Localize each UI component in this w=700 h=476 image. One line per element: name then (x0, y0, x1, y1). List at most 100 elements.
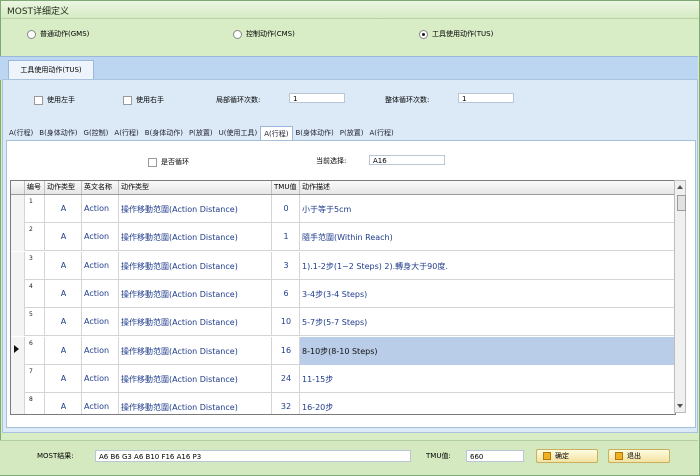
scroll-down-icon[interactable] (677, 404, 683, 408)
cell-type[interactable]: A (45, 195, 82, 223)
cell-tmu[interactable]: 6 (272, 279, 300, 308)
sub-tab-2[interactable]: B(身体动作) (36, 126, 80, 140)
tab-tus[interactable]: 工具使用动作(TUS) (8, 60, 94, 80)
cell-action[interactable]: 操作移動范圍(Action Distance) (119, 308, 272, 337)
row-indicator[interactable] (11, 336, 25, 365)
table-scrollbar[interactable] (674, 180, 686, 413)
cell-tmu[interactable]: 1 (272, 223, 300, 252)
cell-desc[interactable]: 8-10步(8-10 Steps) (300, 336, 675, 365)
cell-type[interactable]: A (45, 308, 82, 337)
cell-type[interactable]: A (45, 223, 82, 252)
sub-tab-7[interactable]: U(使用工具) (216, 126, 261, 140)
cell-name[interactable]: Action (82, 336, 119, 365)
cell-desc[interactable]: 1).1-2步(1~2 Steps) 2).轉身大于90度. (300, 252, 675, 280)
sub-tab-5[interactable]: B(身体动作) (142, 126, 186, 140)
right-hand-checkbox[interactable]: 使用右手 (123, 95, 164, 105)
radio-cms[interactable]: 控制动作(CMS) (233, 29, 295, 39)
tmu-value-input[interactable]: 660 (466, 450, 524, 462)
table-row[interactable]: 1 A Action 操作移動范圍(Action Distance) 0 小于等于5cm (11, 195, 675, 223)
sub-tab-3[interactable]: G(控制) (81, 126, 112, 140)
cell-desc[interactable]: 11-15步 (300, 365, 675, 393)
cell-tmu[interactable]: 24 (272, 364, 300, 393)
most-result-input[interactable]: A6 B6 G3 A6 B10 F16 A16 P3 (95, 450, 411, 462)
cell-desc[interactable]: 小于等于5cm (300, 195, 675, 223)
cell-action[interactable]: 操作移動范圍(Action Distance) (119, 195, 272, 223)
cell-name[interactable]: Action (82, 364, 119, 393)
header-action[interactable]: 动作类型 (119, 181, 272, 194)
cell-type[interactable]: A (45, 251, 82, 280)
sub-tab-10[interactable]: P(放置) (337, 126, 367, 140)
local-loop-input[interactable]: 1 (289, 93, 345, 103)
cell-action[interactable]: 操作移動范圍(Action Distance) (119, 251, 272, 280)
cell-no[interactable]: 1 (25, 195, 45, 223)
cell-no[interactable]: 5 (25, 308, 45, 337)
row-indicator[interactable] (11, 251, 25, 280)
scroll-up-icon[interactable] (677, 185, 683, 189)
cell-type[interactable]: A (45, 279, 82, 308)
cell-type[interactable]: A (45, 336, 82, 365)
cell-action[interactable]: 操作移動范圍(Action Distance) (119, 364, 272, 393)
cell-action[interactable]: 操作移動范圍(Action Distance) (119, 279, 272, 308)
header-type[interactable]: 动作类型 (45, 181, 82, 194)
row-indicator[interactable] (11, 308, 25, 337)
cell-tmu[interactable]: 10 (272, 308, 300, 337)
cell-tmu[interactable]: 0 (272, 195, 300, 223)
row-indicator[interactable] (11, 279, 25, 308)
header-name[interactable]: 英文名称 (82, 181, 119, 194)
row-indicator[interactable] (11, 393, 25, 414)
sub-tab-9[interactable]: B(身体动作) (293, 126, 337, 140)
cell-action[interactable]: 操作移動范圍(Action Distance) (119, 223, 272, 252)
cell-no[interactable]: 8 (25, 393, 45, 414)
header-tmu[interactable]: TMU值 (272, 181, 300, 194)
cell-name[interactable]: Action (82, 393, 119, 414)
cell-name[interactable]: Action (82, 308, 119, 337)
sub-tab-8[interactable]: A(行程) (260, 126, 293, 140)
cell-action[interactable]: 操作移動范圍(Action Distance) (119, 336, 272, 365)
global-loop-input[interactable]: 1 (458, 93, 514, 103)
ok-button[interactable]: 确定 (536, 449, 598, 463)
cell-action-text: 操作移動范圍(Action Distance) (121, 346, 238, 356)
table-row[interactable]: 8 A Action 操作移動范圍(Action Distance) 32 16-20步 (11, 393, 675, 414)
cell-tmu[interactable]: 3 (272, 251, 300, 280)
sub-tab-11[interactable]: A(行程) (366, 126, 396, 140)
cell-desc[interactable]: 16-20步 (300, 393, 675, 414)
cell-type[interactable]: A (45, 393, 82, 414)
sub-tab-1[interactable]: A(行程) (6, 126, 36, 140)
cell-action[interactable]: 操作移動范圍(Action Distance) (119, 393, 272, 414)
cell-type[interactable]: A (45, 364, 82, 393)
scroll-thumb[interactable] (677, 195, 686, 211)
table-row[interactable]: 6 A Action 操作移動范圍(Action Distance) 16 8-10步(8… (11, 336, 675, 365)
cell-no[interactable]: 7 (25, 364, 45, 393)
table-row[interactable]: 2 A Action 操作移動范圍(Action Distance) 1 隨手范圍(Wit… (11, 223, 675, 252)
exit-button[interactable]: 退出 (608, 449, 670, 463)
table-row[interactable]: 4 A Action 操作移動范圍(Action Distance) 6 3-4步(3-4… (11, 279, 675, 308)
cell-tmu[interactable]: 32 (272, 393, 300, 414)
cell-no[interactable]: 4 (25, 279, 45, 308)
left-hand-checkbox[interactable]: 使用左手 (34, 95, 75, 105)
header-no[interactable]: 编号 (25, 181, 45, 194)
row-indicator[interactable] (11, 364, 25, 393)
sub-tab-6[interactable]: P(放置) (186, 126, 216, 140)
current-selection-input[interactable]: A16 (369, 155, 445, 165)
cell-name[interactable]: Action (82, 279, 119, 308)
header-desc[interactable]: 动作描述 (300, 181, 560, 194)
table-row[interactable]: 5 A Action 操作移動范圍(Action Distance) 10 5-7步(5-… (11, 308, 675, 337)
cell-tmu[interactable]: 16 (272, 336, 300, 365)
cell-desc[interactable]: 隨手范圍(Within Reach) (300, 223, 675, 251)
row-indicator[interactable] (11, 195, 25, 223)
cell-no[interactable]: 3 (25, 251, 45, 280)
radio-tus[interactable]: 工具使用动作(TUS) (419, 29, 493, 39)
sub-tab-4[interactable]: A(行程) (111, 126, 141, 140)
table-row[interactable]: 3 A Action 操作移動范圍(Action Distance) 3 1).1-2步(… (11, 251, 675, 280)
radio-gms[interactable]: 普通动作(GMS) (27, 29, 89, 39)
table-row[interactable]: 7 A Action 操作移動范圍(Action Distance) 24 11-15步 (11, 364, 675, 393)
cell-no[interactable]: 6 (25, 336, 45, 365)
row-indicator[interactable] (11, 223, 25, 252)
cell-desc[interactable]: 3-4步(3-4 Steps) (300, 280, 675, 308)
cell-name[interactable]: Action (82, 223, 119, 252)
cell-no[interactable]: 2 (25, 223, 45, 252)
loop-checkbox[interactable]: 是否循环 (148, 157, 189, 167)
cell-name[interactable]: Action (82, 251, 119, 280)
cell-name[interactable]: Action (82, 195, 119, 223)
cell-desc[interactable]: 5-7步(5-7 Steps) (300, 308, 675, 336)
